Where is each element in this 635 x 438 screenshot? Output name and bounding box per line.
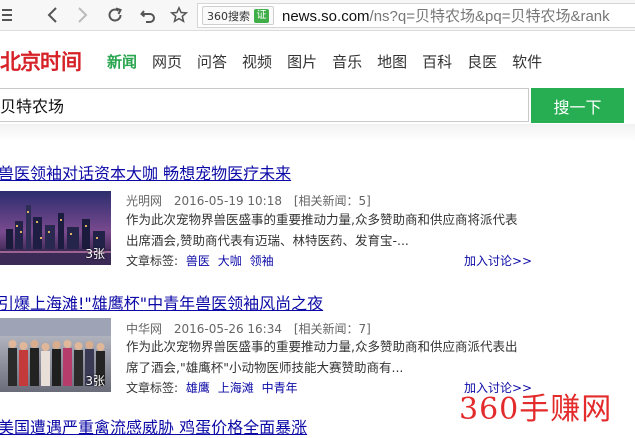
site-watermark: 360手赚网 [459,392,613,427]
url-path: /ns?q=贝特农场&pq=贝特农场&rank [369,8,610,25]
divider-shade [0,124,635,142]
reload-icon[interactable] [104,4,126,26]
result-thumbnail[interactable]: 3张 [0,191,111,265]
forward-arrow-icon[interactable] [71,4,93,26]
site-logo[interactable]: 北京 时间 [0,48,82,74]
result-tags: 文章标签: 兽医 大咖 领袖 [126,252,274,269]
tags-label: 文章标签: [126,381,179,395]
url-host: news.so.com [282,8,370,25]
result-time: 2016-05-19 10:18 [173,194,282,208]
channel-tabs: 新闻 网页 问答 视频 图片 音乐 地图 百科 良医 软件 [107,51,557,72]
tab-maps[interactable]: 地图 [377,51,407,72]
tab-music[interactable]: 音乐 [332,51,362,72]
tags-label: 文章标签: [126,254,179,268]
url-text[interactable]: news.so.com/ns?q=贝特农场&pq=贝特农场&rank [282,5,610,26]
bookmark-star-icon[interactable] [168,4,190,26]
result-summary: 作为此次宠物界兽医盛事的重要推动力量,众多赞助商和供应商将派代表出席酒会,赞助商… [126,212,518,248]
result-meta: 光明网 2016-05-19 10:18 [相关新闻：5] [126,192,379,209]
related-news-count[interactable]: [相关新闻：7] [294,322,371,336]
certificate-icon: 证 [254,8,269,23]
tab-qa[interactable]: 问答 [197,51,227,72]
tab-software[interactable]: 软件 [512,51,542,72]
undo-icon[interactable] [137,4,159,26]
result-meta: 中华网 2016-05-26 16:34 [相关新闻：7] [126,320,379,337]
engine-badge-label: 360搜索 [207,9,250,23]
result-time: 2016-05-26 16:34 [173,322,282,336]
tab-video[interactable]: 视频 [242,51,272,72]
join-discussion-link[interactable]: 加入讨论>> [464,252,532,269]
search-bar: 搜一下 [0,88,635,124]
address-bar[interactable]: 360搜索 证 news.so.com/ns?q=贝特农场&pq=贝特农场&ra… [197,3,635,28]
related-news-count[interactable]: [相关新闻：5] [294,194,371,208]
result-title-link[interactable]: 兽医领袖对话资本大咖 畅想宠物医疗未来 [0,160,291,184]
search-button[interactable]: 搜一下 [531,88,624,123]
tab-images[interactable]: 图片 [287,51,317,72]
tab-encyclopedia[interactable]: 百科 [422,51,452,72]
tag-link[interactable]: 领袖 [250,254,274,268]
tab-web[interactable]: 网页 [152,51,182,72]
logo-text-part2: 时间 [40,50,82,74]
result-title-link[interactable]: 引爆上海滩!"雄鹰杯"中青年兽医领袖风尚之夜 [0,290,323,314]
browser-toolbar: 360搜索 证 news.so.com/ns?q=贝特农场&pq=贝特农场&ra… [0,0,635,31]
image-count: 3张 [85,374,105,388]
search-engine-badge[interactable]: 360搜索 证 [202,6,274,25]
back-arrow-icon[interactable] [42,4,64,26]
tab-doctor[interactable]: 良医 [467,51,497,72]
result-summary: 作为此次宠物界兽医盛事的重要推动力量,众多赞助商和供应商派代表出席了酒会,"雄鹰… [126,339,518,375]
tab-news[interactable]: 新闻 [107,51,137,72]
tag-link[interactable]: 大咖 [218,254,242,268]
logo-text-part1: 北京 [0,50,41,74]
result-source: 光明网 [126,194,163,208]
image-count: 3张 [85,247,105,261]
result-source: 中华网 [126,322,163,336]
tag-link[interactable]: 雄鹰 [186,381,210,395]
tag-link[interactable]: 中青年 [262,381,298,395]
search-input[interactable] [0,88,529,122]
channel-nav: 北京 时间 新闻 网页 问答 视频 图片 音乐 地图 百科 良医 软件 [0,31,635,88]
result-title-link[interactable]: 美国遭遇严重禽流感威胁 鸡蛋价格全面暴涨 [0,414,307,438]
result-tags: 文章标签: 雄鹰 上海滩 中青年 [126,379,298,396]
tag-link[interactable]: 兽医 [186,254,210,268]
more-options-icon[interactable] [0,4,22,26]
result-thumbnail[interactable]: 3张 [0,318,111,392]
tag-link[interactable]: 上海滩 [218,381,254,395]
